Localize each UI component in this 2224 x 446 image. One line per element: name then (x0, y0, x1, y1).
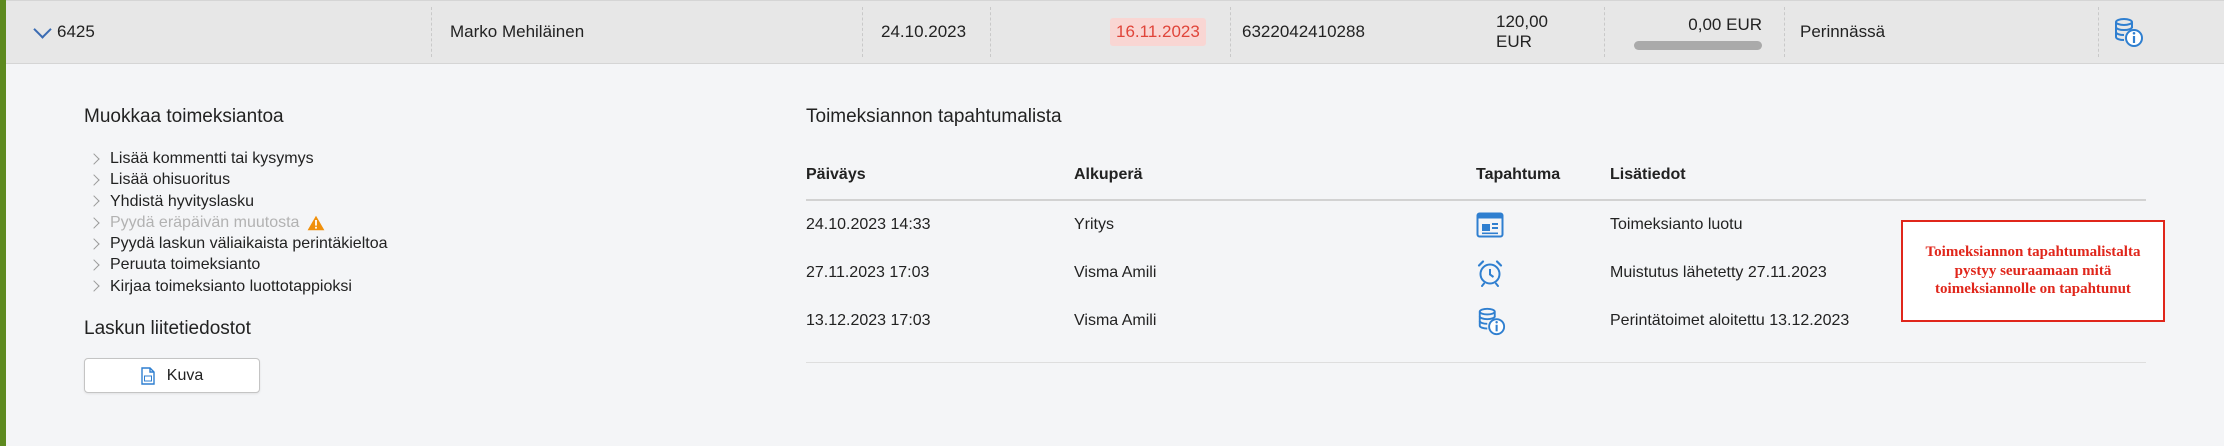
paid-amount-cell: 0,00 EUR (1622, 1, 1762, 63)
status-text: Perinnässä (1800, 22, 1886, 41)
paid-amount: 0,00 EUR (1688, 14, 1762, 34)
attachment-file-button[interactable]: Kuva (84, 358, 260, 393)
reference-number: 6322042410288 (1242, 22, 1365, 41)
row-date: 13.12.2023 17:03 (806, 312, 931, 329)
edit-actions-list: Lisää kommentti tai kysymys Lisää ohisuo… (88, 148, 387, 297)
action-cancel-assignment[interactable]: Peruuta toimeksianto (88, 254, 387, 275)
row-origin: Visma Amili (1074, 264, 1157, 281)
chevron-right-icon (88, 259, 100, 271)
chevron-right-icon (88, 238, 100, 250)
row-origin: Yritys (1074, 216, 1114, 233)
action-merge-credit-note[interactable]: Yhdistä hyvityslasku (88, 191, 387, 212)
action-request-collection-ban[interactable]: Pyydä laskun väliaikaista perintäkieltoa (88, 233, 387, 254)
table-bottom-divider (806, 362, 2146, 363)
column-header-origin: Alkuperä (1074, 166, 1143, 183)
column-header-event: Tapahtuma (1476, 166, 1561, 183)
row-details: Toimeksianto luotu (1610, 216, 1743, 233)
column-divider (990, 7, 991, 57)
attachment-file-label: Kuva (166, 366, 204, 384)
row-details: Perintätoimet aloitettu 13.12.2023 (1610, 312, 1850, 329)
column-divider (1230, 7, 1231, 57)
warning-icon (308, 215, 325, 230)
coins-info-icon (1476, 297, 1506, 345)
action-add-comment[interactable]: Lisää kommentti tai kysymys (88, 148, 387, 169)
invoice-date: 24.10.2023 (881, 22, 967, 41)
annotation-callout: Toimeksiannon tapahtumalistalta pystyy s… (1901, 220, 2165, 322)
edit-section-title: Muokkaa toimeksiantoa (84, 106, 284, 127)
collapse-toggle[interactable]: 6425 (6, 1, 426, 63)
column-divider (1604, 7, 1605, 57)
column-divider (2098, 7, 2099, 57)
paid-progress-bar (1634, 40, 1762, 50)
collection-coins-info-icon[interactable] (2112, 1, 2144, 63)
chevron-right-icon (88, 216, 100, 229)
action-request-due-date-change: Pyydä eräpäivän muutosta (88, 212, 387, 233)
image-file-icon (141, 366, 155, 385)
column-header-date: Päiväys (806, 166, 866, 183)
column-divider (862, 7, 863, 57)
row-date: 27.11.2023 17:03 (806, 264, 930, 281)
chevron-right-icon (88, 280, 100, 293)
customer-name: Marko Mehiläinen (450, 22, 585, 41)
column-divider (1784, 7, 1785, 57)
chevron-right-icon (88, 152, 100, 165)
alarm-clock-icon (1476, 249, 1504, 297)
row-origin: Visma Amili (1074, 312, 1157, 329)
action-add-side-payment[interactable]: Lisää ohisuoritus (88, 169, 387, 190)
invoice-amount: 120,00 EUR (1496, 12, 1548, 51)
column-divider (431, 7, 432, 57)
expanded-row-accent (0, 0, 6, 446)
attachments-title: Laskun liitetiedostot (84, 318, 251, 339)
row-date: 24.10.2023 14:33 (806, 216, 931, 233)
chevron-right-icon (88, 195, 100, 207)
history-section-title: Toimeksiannon tapahtumalista (806, 106, 1062, 127)
chevron-right-icon (88, 174, 100, 186)
invoice-summary-row[interactable]: 6425 Marko Mehiläinen 24.10.2023 16.11.2… (6, 0, 2224, 64)
row-details: Muistutus lähetetty 27.11.2023 (1610, 264, 1827, 281)
column-header-details: Lisätiedot (1610, 166, 1686, 183)
action-write-off-credit-loss[interactable]: Kirjaa toimeksianto luottotappioksi (88, 276, 387, 297)
chevron-down-icon[interactable] (33, 19, 52, 39)
due-date-badge: 16.11.2023 (1110, 18, 1206, 46)
document-chart-icon (1476, 201, 1504, 249)
invoice-number: 6425 (57, 22, 95, 41)
